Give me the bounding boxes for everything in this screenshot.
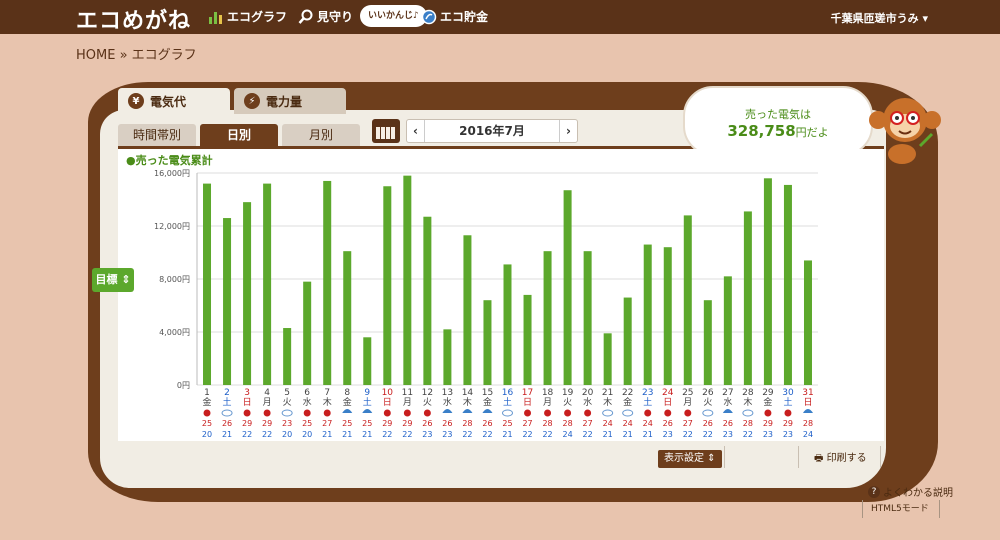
separator	[724, 446, 725, 468]
top-bar: エコめがね エコグラフ 見守り いいかんじ♪ エコ貯金 千葉県匝瑳市うみ ▾	[0, 0, 1000, 34]
magnifier-icon	[298, 9, 313, 24]
printer-icon: 🖶	[814, 453, 827, 464]
next-month-button[interactable]: ›	[559, 120, 577, 142]
month-label: 2016年7月	[459, 124, 525, 138]
sold-label: 売った電気は	[745, 108, 811, 121]
user-menu[interactable]: 千葉県匝瑳市うみ ▾	[831, 10, 928, 26]
chart-title: ●売った電気累計	[126, 154, 213, 167]
yen-icon: ¥	[128, 93, 144, 109]
month-selector: ‹ 2016年7月 ›	[406, 119, 578, 143]
app-logo[interactable]: エコめがね	[76, 3, 191, 35]
nav-watch-label: 見守り	[317, 10, 354, 24]
sold-suffix: 円だよ	[795, 126, 829, 139]
calendar-icon[interactable]	[372, 119, 400, 143]
bar-chart-icon	[209, 11, 222, 24]
separator	[798, 446, 799, 468]
goal-select[interactable]: 目標 ⇕	[92, 268, 134, 292]
nav-eco-savings[interactable]: エコ貯金	[421, 8, 488, 25]
tab-hourly[interactable]: 時間帯別	[118, 124, 196, 146]
sold-amount-line: 328,758円だよ	[685, 122, 871, 140]
help-label: よくわかる説明	[883, 488, 953, 499]
nav-eco-graph[interactable]: エコグラフ	[208, 8, 287, 25]
coin-icon	[421, 9, 437, 24]
print-label: 印刷する	[826, 453, 867, 464]
chart-panel	[118, 149, 884, 441]
print-button[interactable]: 🖶 印刷する	[808, 450, 873, 468]
nav-eco-graph-label: エコグラフ	[227, 10, 288, 24]
speech-bubble: いいかんじ♪	[360, 5, 427, 27]
sold-electricity-bubble: 売った電気は 328,758円だよ	[683, 86, 873, 156]
tab-electricity-amount[interactable]: ⚡ 電力量	[234, 88, 346, 114]
display-settings-button[interactable]: 表示設定 ⇕	[658, 450, 722, 468]
nav-watch[interactable]: 見守り	[298, 8, 353, 25]
tab-electricity-cost[interactable]: ¥ 電気代	[118, 88, 230, 114]
tab-monthly[interactable]: 月別	[282, 124, 360, 146]
question-icon: ?	[868, 485, 880, 498]
tab-electricity-cost-label: 電気代	[150, 94, 187, 109]
lightning-icon: ⚡	[244, 93, 260, 109]
help-link[interactable]: ? よくわかる説明	[868, 484, 953, 499]
html5-mode-button[interactable]: HTML5モード	[862, 500, 940, 518]
separator	[880, 446, 881, 468]
prev-month-button[interactable]: ‹	[407, 120, 425, 142]
nav-eco-savings-label: エコ貯金	[440, 10, 489, 24]
sold-amount: 328,758	[727, 122, 796, 140]
tab-electricity-amount-label: 電力量	[266, 94, 303, 109]
tab-daily[interactable]: 日別	[200, 124, 278, 146]
breadcrumb: HOME » エコグラフ	[76, 48, 197, 63]
